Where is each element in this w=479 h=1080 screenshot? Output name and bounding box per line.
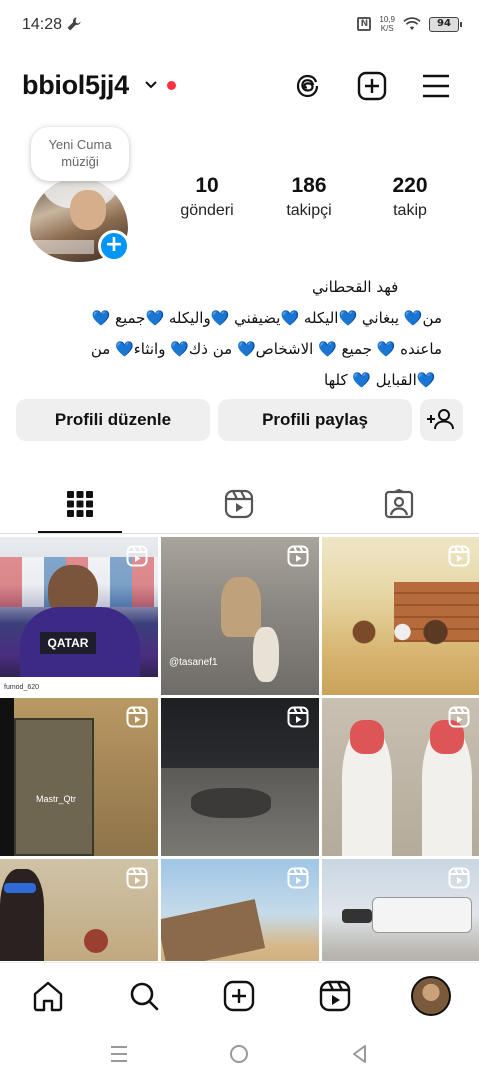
reels-badge-icon (287, 867, 309, 889)
active-tab-indicator (38, 531, 122, 533)
grid-item[interactable]: Mastr_Qtr (0, 698, 158, 856)
reels-badge-icon (126, 706, 148, 728)
create-icon[interactable] (222, 979, 256, 1013)
tagged-icon (384, 488, 414, 519)
posts-grid: QATAR fumod_620 @tasanef1 Mastr_Qtr (0, 537, 479, 961)
grid-item[interactable] (322, 537, 479, 695)
profile-avatar[interactable]: + (30, 178, 130, 262)
reels-icon[interactable] (318, 979, 352, 1013)
notification-dot (167, 81, 176, 90)
reels-badge-icon (287, 545, 309, 567)
grid-item[interactable]: QATAR fumod_620 (0, 537, 158, 695)
note-bubble[interactable]: Yeni Cuma müziği (31, 127, 129, 181)
grid-item[interactable]: @tasanef1 (161, 537, 319, 695)
bio-line: ماعنده 💙 جميع 💙 الاشخاص💙 من ذك💙 وانثاء💙 … (90, 340, 442, 358)
reels-badge-icon (126, 867, 148, 889)
add-person-icon (427, 409, 454, 430)
recents-icon[interactable] (109, 1044, 129, 1064)
threads-icon[interactable] (292, 70, 324, 102)
tab-posts-grid[interactable] (0, 470, 160, 534)
add-story-plus-icon[interactable]: + (98, 230, 130, 262)
status-icons: N 10,9 K/S 94 (357, 15, 462, 33)
grid-icon (67, 491, 93, 517)
speed-value: 10,9 (379, 15, 395, 24)
status-bar: 14:28 N 10,9 K/S 94 (0, 0, 479, 50)
stat-following-value: 220 (392, 174, 428, 197)
edit-profile-button[interactable]: Profili düzenle (16, 399, 210, 441)
note-line-2: müziği (61, 154, 99, 169)
stat-followers-label: takipçi (286, 202, 332, 219)
create-plus-icon[interactable] (356, 70, 388, 102)
grid-item[interactable] (0, 859, 158, 961)
reels-badge-icon (287, 706, 309, 728)
reels-icon (224, 489, 254, 519)
stat-following-label: takip (393, 202, 427, 219)
nfc-icon: N (357, 17, 372, 31)
stat-posts[interactable]: 10 gönderi (162, 174, 252, 220)
profile-bio: فهد القحطاني من💙 يبغاني 💙اليكله 💙يضيفني … (22, 272, 442, 396)
wifi-icon (403, 17, 421, 30)
reels-badge-icon (126, 545, 148, 567)
reels-badge-icon (448, 706, 470, 728)
caption-text: QATAR (40, 632, 96, 654)
bio-line: 💙القبايل 💙 كلها (324, 371, 436, 389)
grid-item[interactable] (161, 859, 319, 961)
network-speed: 10,9 K/S (379, 15, 395, 33)
speed-unit: K/S (380, 24, 394, 33)
battery-icon: 94 (429, 16, 462, 32)
share-profile-button[interactable]: Profili paylaş (218, 399, 412, 441)
wrench-icon (67, 17, 81, 31)
stat-followers[interactable]: 186 takipçi (264, 174, 354, 220)
stat-posts-value: 10 (195, 174, 219, 197)
chevron-down-icon[interactable] (143, 76, 159, 92)
profile-name: فهد القحطاني (312, 278, 399, 296)
status-time: 14:28 (22, 16, 63, 33)
profile-avatar[interactable] (411, 976, 451, 1016)
grid-item[interactable] (322, 859, 479, 961)
profile-header: bbiol5jj4 (0, 60, 479, 114)
grid-item[interactable] (161, 698, 319, 856)
overlay-text: Mastr_Qtr (36, 794, 77, 804)
menu-icon[interactable] (420, 70, 452, 102)
bottom-navigation (0, 962, 479, 1028)
tab-reels[interactable] (160, 470, 320, 534)
stat-posts-label: gönderi (180, 202, 234, 219)
search-icon[interactable] (127, 979, 161, 1013)
stat-followers-value: 186 (291, 174, 327, 197)
profile-tabs (0, 470, 479, 534)
grid-item[interactable] (322, 698, 479, 856)
bio-line: من💙 يبغاني 💙اليكله 💙يضيفني 💙واليكله 💙جمي… (91, 309, 442, 327)
system-navigation (0, 1028, 479, 1080)
discover-people-button[interactable] (420, 399, 463, 441)
tab-tagged[interactable] (320, 470, 479, 534)
back-icon[interactable] (350, 1043, 370, 1065)
home-circle-icon[interactable] (228, 1043, 250, 1065)
reels-badge-icon (448, 867, 470, 889)
stat-following[interactable]: 220 takip (365, 174, 455, 220)
account-switcher-username[interactable]: bbiol5jj4 (22, 70, 129, 101)
note-line-1: Yeni Cuma (48, 137, 112, 152)
reels-badge-icon (448, 545, 470, 567)
overlay-text: @tasanef1 (169, 657, 218, 668)
home-icon[interactable] (31, 979, 65, 1013)
source-tag: fumod_620 (4, 684, 40, 691)
